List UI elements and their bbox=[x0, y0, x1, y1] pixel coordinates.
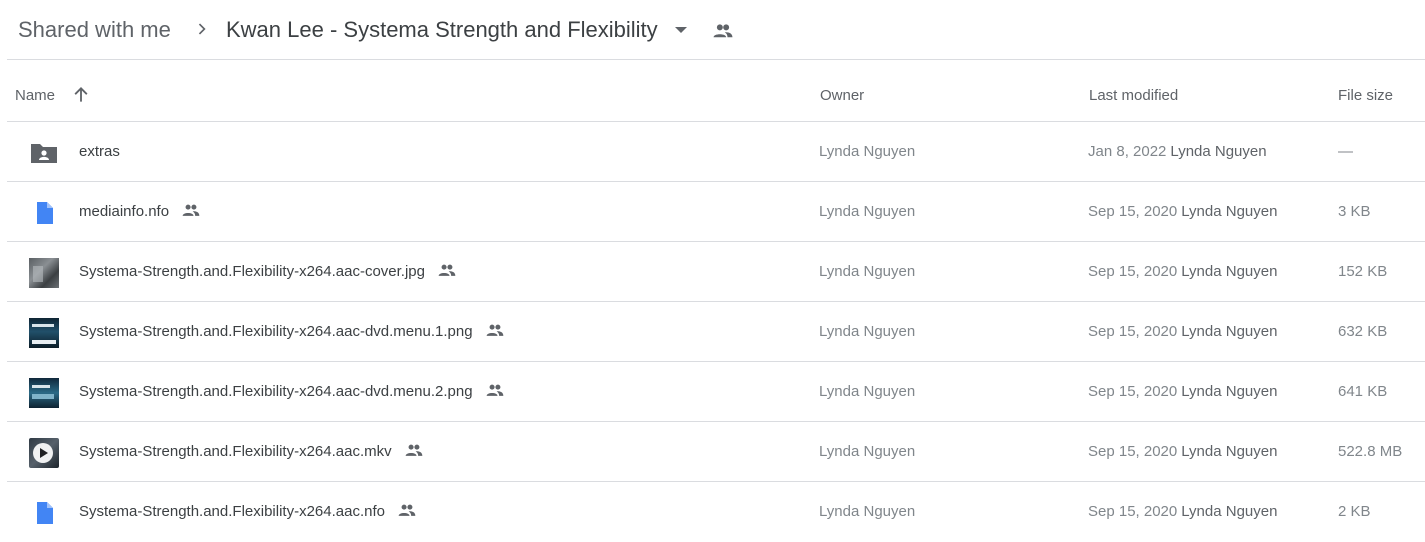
file-last-modified: Jan 8, 2022 Lynda Nguyen bbox=[1088, 143, 1267, 160]
file-last-modified: Sep 15, 2020 Lynda Nguyen bbox=[1088, 323, 1277, 340]
file-owner: Lynda Nguyen bbox=[819, 503, 916, 520]
modified-by: Lynda Nguyen bbox=[1181, 383, 1278, 400]
modified-date: Sep 15, 2020 bbox=[1088, 383, 1178, 400]
modified-by: Lynda Nguyen bbox=[1181, 503, 1278, 520]
breadcrumb: Shared with me Kwan Lee - Systema Streng… bbox=[0, 0, 1425, 60]
image-thumbnail bbox=[29, 378, 59, 408]
file-size: 2 KB bbox=[1338, 503, 1371, 520]
file-owner: Lynda Nguyen bbox=[819, 263, 916, 280]
column-header-owner: Owner bbox=[820, 87, 865, 104]
video-thumbnail bbox=[29, 438, 59, 468]
file-name: Systema-Strength.and.Flexibility-x264.aa… bbox=[79, 263, 457, 280]
modified-by: Lynda Nguyen bbox=[1181, 443, 1278, 460]
file-row-mkv[interactable]: Systema-Strength.and.Flexibility-x264.aa… bbox=[7, 422, 1425, 482]
modified-date: Sep 15, 2020 bbox=[1088, 323, 1178, 340]
file-name: Systema-Strength.and.Flexibility-x264.aa… bbox=[79, 323, 505, 340]
file-name: mediainfo.nfo bbox=[79, 203, 201, 220]
shared-people-icon bbox=[438, 264, 456, 276]
modified-by: Lynda Nguyen bbox=[1181, 263, 1278, 280]
dropdown-arrow-icon[interactable] bbox=[674, 23, 688, 37]
file-name: Systema-Strength.and.Flexibility-x264.aa… bbox=[79, 443, 424, 460]
file-name-text: Systema-Strength.and.Flexibility-x264.aa… bbox=[79, 443, 392, 460]
sort-ascending-arrow-icon[interactable] bbox=[71, 85, 91, 105]
file-size: 641 KB bbox=[1338, 383, 1388, 400]
shared-people-icon bbox=[486, 324, 503, 336]
file-row-cover-jpg[interactable]: Systema-Strength.and.Flexibility-x264.aa… bbox=[7, 242, 1425, 302]
shared-folder-icon bbox=[31, 144, 57, 163]
chevron-right-icon bbox=[198, 23, 206, 35]
column-header-last-modified[interactable]: Last modified bbox=[1089, 87, 1178, 104]
file-size: 152 KB bbox=[1338, 263, 1388, 280]
file-last-modified: Sep 15, 2020 Lynda Nguyen bbox=[1088, 203, 1277, 220]
modified-date: Jan 8, 2022 bbox=[1088, 143, 1167, 160]
modified-by: Lynda Nguyen bbox=[1170, 143, 1267, 160]
file-last-modified: Sep 15, 2020 Lynda Nguyen bbox=[1088, 383, 1277, 400]
column-header-name[interactable]: Name bbox=[15, 87, 55, 104]
file-row-mediainfo-nfo[interactable]: mediainfo.nfo Lynda Nguyen Sep 15, 2020 L… bbox=[7, 182, 1425, 242]
modified-date: Sep 15, 2020 bbox=[1088, 263, 1178, 280]
file-name: Systema-Strength.and.Flexibility-x264.aa… bbox=[79, 503, 417, 520]
file-owner: Lynda Nguyen bbox=[819, 203, 916, 220]
shared-people-icon bbox=[182, 204, 200, 216]
breadcrumb-current-folder[interactable]: Kwan Lee - Systema Strength and Flexibil… bbox=[226, 17, 658, 43]
file-last-modified: Sep 15, 2020 Lynda Nguyen bbox=[1088, 263, 1277, 280]
play-icon bbox=[33, 443, 53, 463]
file-size: 3 KB bbox=[1338, 203, 1371, 220]
shared-people-icon[interactable] bbox=[712, 22, 734, 40]
file-row-dvd-menu-1-png[interactable]: Systema-Strength.and.Flexibility-x264.aa… bbox=[7, 302, 1425, 362]
modified-date: Sep 15, 2020 bbox=[1088, 203, 1178, 220]
file-size: — bbox=[1338, 143, 1353, 160]
file-size: 632 KB bbox=[1338, 323, 1388, 340]
modified-date: Sep 15, 2020 bbox=[1088, 503, 1178, 520]
file-list: extras Lynda Nguyen Jan 8, 2022 Lynda Ngu… bbox=[7, 122, 1425, 542]
modified-by: Lynda Nguyen bbox=[1181, 203, 1278, 220]
document-file-icon bbox=[37, 202, 53, 224]
file-owner: Lynda Nguyen bbox=[819, 323, 916, 340]
file-last-modified: Sep 15, 2020 Lynda Nguyen bbox=[1088, 443, 1277, 460]
modified-by: Lynda Nguyen bbox=[1181, 323, 1278, 340]
file-name-text: Systema-Strength.and.Flexibility-x264.aa… bbox=[79, 263, 425, 280]
file-owner: Lynda Nguyen bbox=[819, 143, 916, 160]
file-name-text: Systema-Strength.and.Flexibility-x264.aa… bbox=[79, 383, 473, 400]
file-list-header: Name Owner Last modified File size bbox=[7, 60, 1425, 122]
shared-people-icon bbox=[486, 384, 503, 396]
file-row-extras[interactable]: extras Lynda Nguyen Jan 8, 2022 Lynda Ngu… bbox=[7, 122, 1425, 182]
file-name-text: mediainfo.nfo bbox=[79, 203, 170, 220]
file-name-text: Systema-Strength.and.Flexibility-x264.aa… bbox=[79, 503, 385, 520]
file-size: 522.8 MB bbox=[1338, 443, 1403, 460]
file-name-text: Systema-Strength.and.Flexibility-x264.aa… bbox=[79, 323, 473, 340]
shared-people-icon bbox=[398, 504, 416, 516]
modified-date: Sep 15, 2020 bbox=[1088, 443, 1178, 460]
file-row-aac-nfo[interactable]: Systema-Strength.and.Flexibility-x264.aa… bbox=[7, 482, 1425, 542]
file-name: extras bbox=[79, 143, 120, 160]
document-file-icon bbox=[37, 502, 53, 524]
shared-people-icon bbox=[405, 444, 422, 456]
file-name: Systema-Strength.and.Flexibility-x264.aa… bbox=[79, 383, 505, 400]
file-owner: Lynda Nguyen bbox=[819, 383, 916, 400]
column-header-file-size: File size bbox=[1338, 87, 1394, 104]
breadcrumb-shared-with-me[interactable]: Shared with me bbox=[18, 17, 171, 43]
image-thumbnail bbox=[29, 258, 59, 288]
file-last-modified: Sep 15, 2020 Lynda Nguyen bbox=[1088, 503, 1277, 520]
file-row-dvd-menu-2-png[interactable]: Systema-Strength.and.Flexibility-x264.aa… bbox=[7, 362, 1425, 422]
file-owner: Lynda Nguyen bbox=[819, 443, 916, 460]
image-thumbnail bbox=[29, 318, 59, 348]
